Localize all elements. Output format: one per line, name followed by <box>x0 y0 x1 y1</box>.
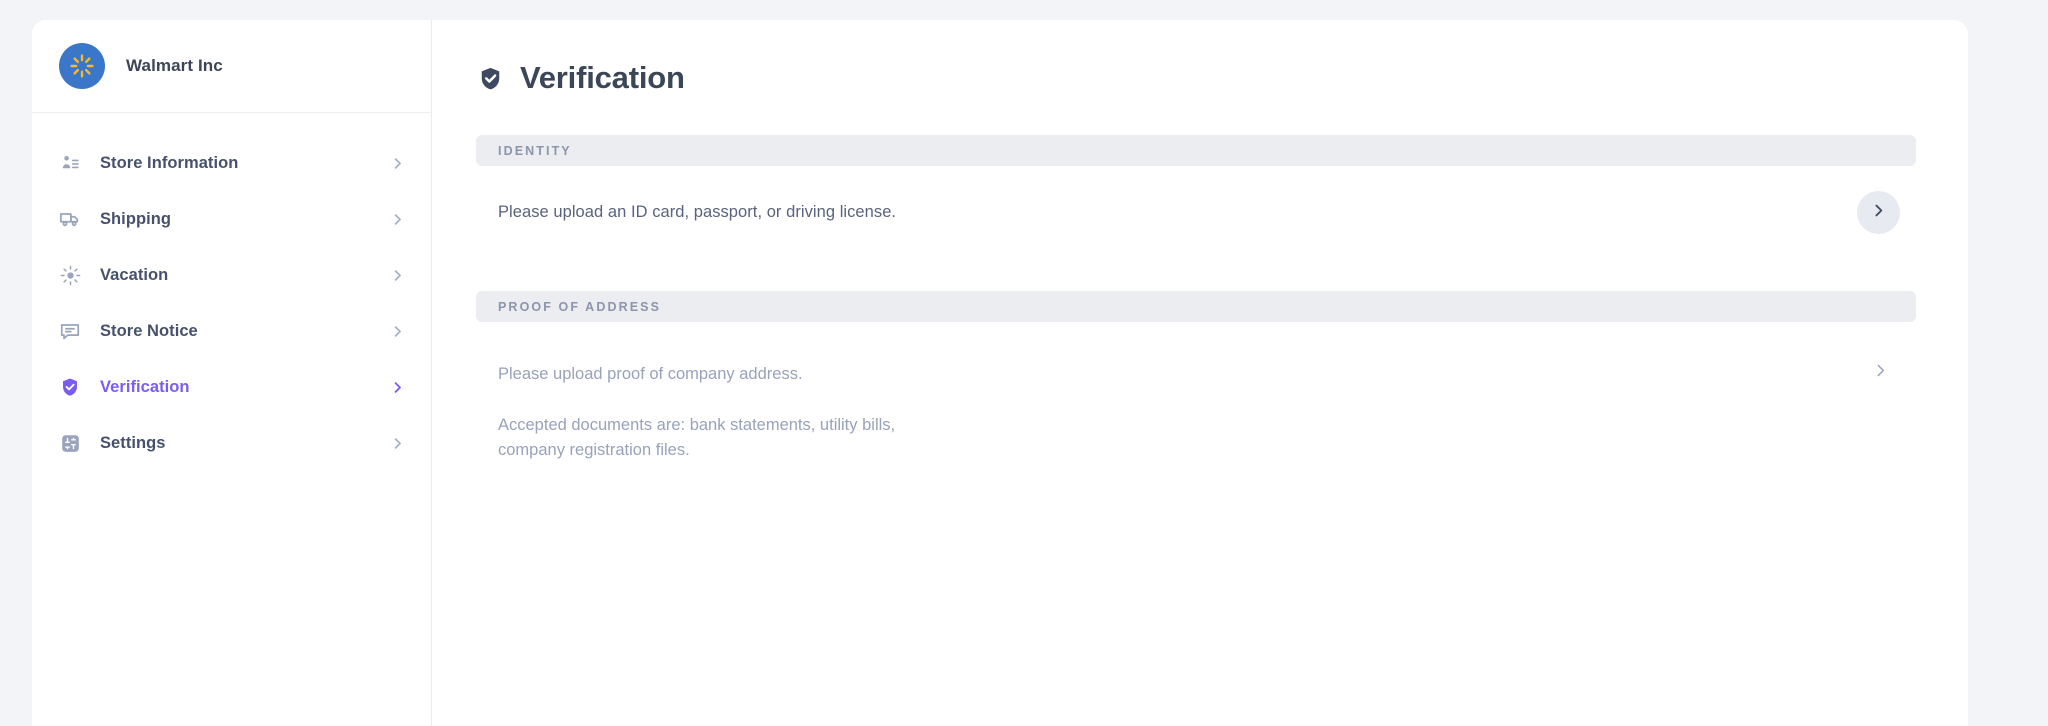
chevron-right-icon <box>390 212 405 227</box>
shield-check-icon <box>59 376 81 398</box>
sidebar-item-shipping[interactable]: Shipping <box>32 191 431 247</box>
identity-instruction: Please upload an ID card, passport, or d… <box>498 202 897 221</box>
sidebar-item-label: Shipping <box>100 209 171 228</box>
chevron-right-icon <box>1870 202 1887 222</box>
sidebar-item-label: Verification <box>100 377 190 396</box>
sidebar: Walmart Inc Store Information Shipping V… <box>32 20 432 726</box>
sidebar-nav: Store Information Shipping Vacation Stor… <box>32 113 431 471</box>
proof-instruction-line-3: company registration files. <box>498 440 690 459</box>
sidebar-item-settings[interactable]: Settings <box>32 415 431 471</box>
sidebar-item-label: Vacation <box>100 265 169 284</box>
app-card: Walmart Inc Store Information Shipping V… <box>32 20 1968 726</box>
chevron-right-icon <box>390 324 405 339</box>
chevron-right-icon <box>390 268 405 283</box>
chevron-right-icon <box>390 380 405 395</box>
chevron-right-icon <box>1872 362 1889 382</box>
proof-of-address-upload-button[interactable] <box>1872 362 1889 382</box>
speech-bubble-icon <box>59 320 81 342</box>
truck-icon <box>59 208 81 230</box>
sidebar-item-vacation[interactable]: Vacation <box>32 247 431 303</box>
identity-upload-button[interactable] <box>1857 190 1900 234</box>
user-list-icon <box>59 152 81 174</box>
app-page: Walmart Inc Store Information Shipping V… <box>0 0 2048 726</box>
section-header-proof-of-address: PROOF OF ADDRESS <box>476 291 1916 322</box>
walmart-spark-icon <box>59 43 105 89</box>
sidebar-item-store-notice[interactable]: Store Notice <box>32 303 431 359</box>
proof-instruction-line-1: Please upload proof of company address. <box>498 365 803 383</box>
chevron-right-icon <box>390 436 405 451</box>
sliders-icon <box>59 432 81 454</box>
page-title: Verification <box>520 60 685 95</box>
shield-check-icon <box>478 66 503 91</box>
page-header: Verification <box>476 60 1916 96</box>
sidebar-item-label: Settings <box>100 433 166 452</box>
brand-header: Walmart Inc <box>32 20 431 113</box>
brand-name: Walmart Inc <box>126 56 223 75</box>
sidebar-item-store-information[interactable]: Store Information <box>32 135 431 191</box>
proof-of-address-row[interactable]: Please upload proof of company address. … <box>476 322 1916 462</box>
chevron-right-icon <box>390 156 405 171</box>
proof-of-address-instructions: Please upload proof of company address. … <box>498 362 895 462</box>
sun-icon <box>59 264 81 286</box>
sidebar-item-verification[interactable]: Verification <box>32 359 431 415</box>
section-header-identity: IDENTITY <box>476 135 1916 166</box>
sidebar-item-label: Store Notice <box>100 321 198 340</box>
sidebar-item-label: Store Information <box>100 153 239 172</box>
identity-row[interactable]: Please upload an ID card, passport, or d… <box>476 166 1916 258</box>
main-content: Verification IDENTITY Please upload an I… <box>432 20 1968 726</box>
proof-instruction-line-2: Accepted documents are: bank statements,… <box>498 416 896 435</box>
